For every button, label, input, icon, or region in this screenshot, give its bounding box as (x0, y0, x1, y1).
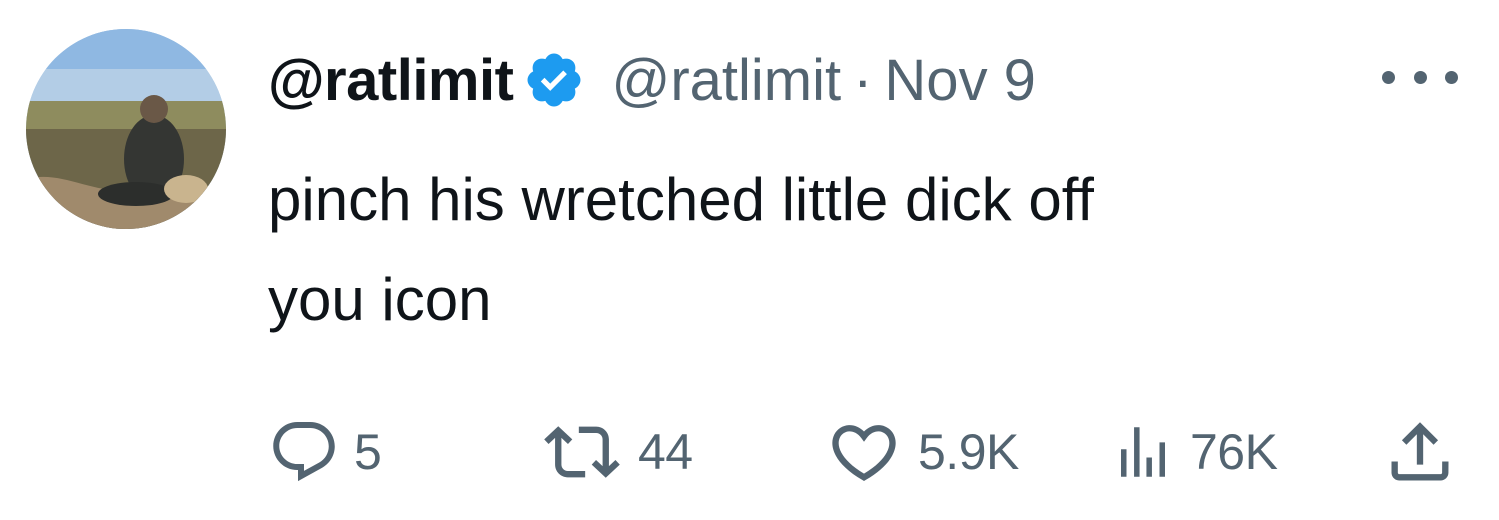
like-icon (824, 414, 904, 490)
retweet-icon (540, 414, 624, 490)
reply-count: 5 (354, 424, 382, 480)
action-bar: 5 44 5.9K 76K (268, 414, 1458, 490)
retweet-button[interactable]: 44 (540, 414, 693, 490)
post-date[interactable]: Nov 9 (884, 47, 1036, 114)
views-count: 76K (1190, 424, 1278, 480)
views-button[interactable]: 76K (1110, 414, 1278, 490)
verified-icon (523, 49, 585, 111)
share-icon (1382, 414, 1458, 490)
user-handle[interactable]: @ratlimit (611, 47, 841, 114)
like-button[interactable]: 5.9K (824, 414, 1019, 490)
more-icon[interactable] (1382, 62, 1458, 92)
separator-dot: · (853, 47, 873, 113)
avatar-photo (26, 29, 226, 229)
tweet-header: @ratlimit @ratlimit · Nov 9 (268, 38, 1036, 122)
like-count: 5.9K (918, 424, 1019, 480)
tweet-text: pinch his wretched little dick off you i… (268, 166, 1094, 333)
share-button[interactable] (1382, 414, 1458, 490)
reply-icon (268, 416, 340, 488)
views-icon (1110, 416, 1176, 488)
display-name[interactable]: @ratlimit (268, 47, 514, 114)
retweet-count: 44 (638, 424, 693, 480)
avatar[interactable] (26, 29, 226, 229)
reply-button[interactable]: 5 (268, 414, 382, 490)
